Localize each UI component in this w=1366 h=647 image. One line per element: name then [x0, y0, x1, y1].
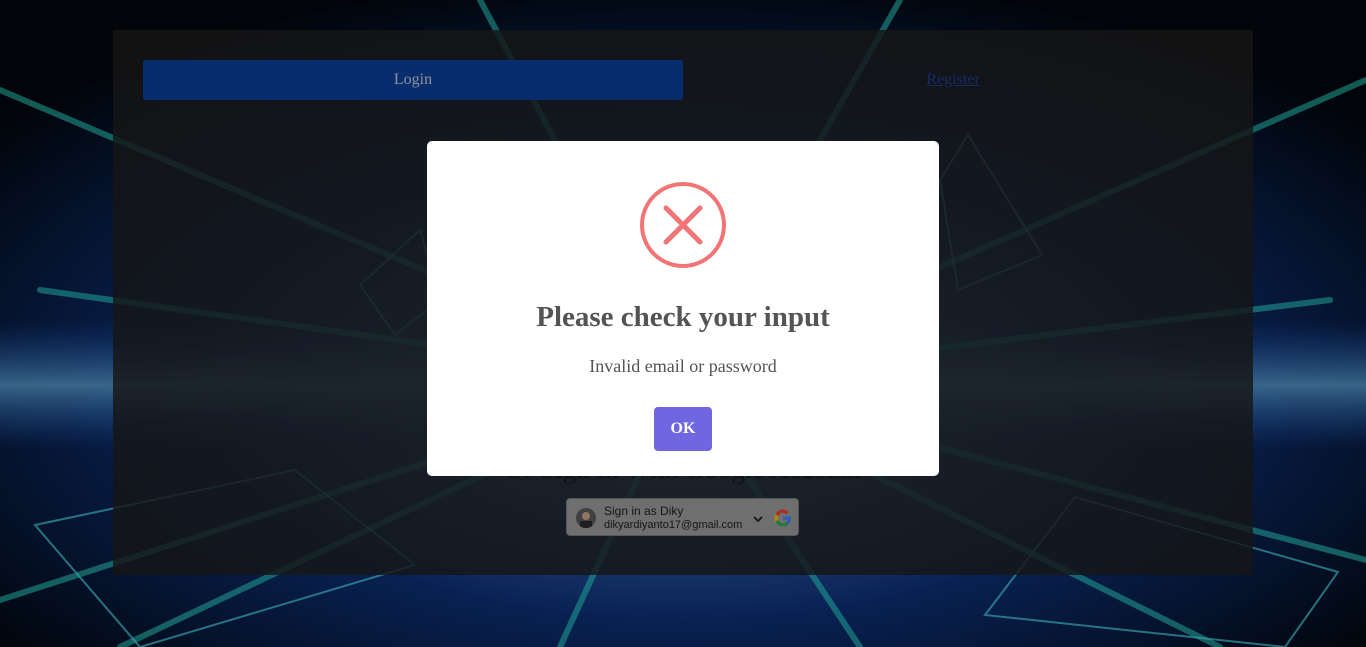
- ok-button[interactable]: OK: [654, 407, 712, 451]
- alert-title: Please check your input: [536, 301, 830, 333]
- error-x-icon: [640, 182, 726, 268]
- alert-dialog: Please check your input Invalid email or…: [427, 141, 939, 476]
- alert-message: Invalid email or password: [589, 356, 777, 376]
